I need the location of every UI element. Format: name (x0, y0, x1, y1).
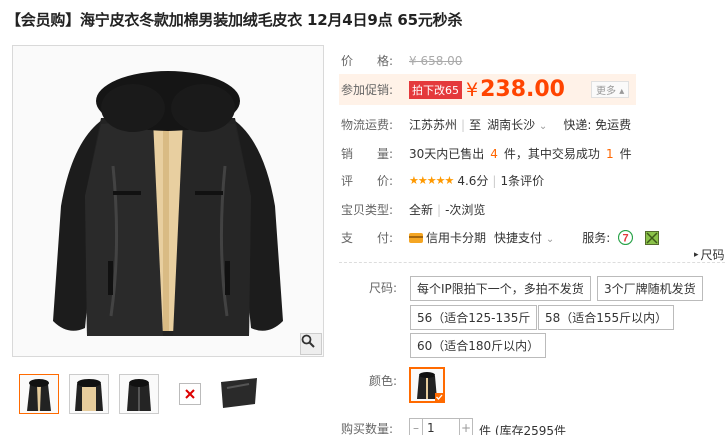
credit-card-icon (409, 232, 423, 243)
color-option-black[interactable] (409, 367, 445, 403)
main-product-image[interactable] (12, 45, 324, 357)
zoom-button[interactable] (300, 333, 322, 355)
thumbnail-strip (19, 374, 269, 414)
minus-icon: – (413, 421, 419, 435)
price-row: 价 格: ¥ 658.00 (341, 52, 462, 69)
credit-installment-link[interactable]: 信用卡分期 (426, 229, 486, 246)
rating-row: 评 价: ★★★★★ 4.6分 | 1条评价 (341, 172, 544, 189)
quality-guarantee-icon[interactable] (645, 230, 660, 245)
size-option-2[interactable]: 3个厂牌随机发货 (597, 276, 703, 301)
item-condition: 全新 (409, 203, 434, 217)
caret-right-icon: ▸ (694, 249, 699, 260)
thumbnail-1[interactable] (19, 374, 59, 414)
divider: | (461, 117, 466, 132)
express-fee: 快递: 免运费 (563, 118, 632, 132)
quantity-increase-button[interactable]: + (459, 418, 473, 435)
quantity-label: 购买数量: (341, 422, 394, 435)
payment-row: 支 付: 信用卡分期 快捷支付 ⌄ 服务: 7 (341, 229, 660, 246)
chevron-down-icon: ⌄ (545, 234, 555, 245)
size-option-5[interactable]: 60（适合180斤以内） (410, 333, 547, 358)
promo-row: 参加促销: 拍下改65 ¥ 238.00 更多 ▴ (341, 77, 630, 102)
service-label: 服务: (582, 231, 611, 245)
plus-icon: + (460, 421, 472, 435)
chevron-down-icon: ⌄ (538, 121, 548, 132)
promo-price: 238.00 (480, 77, 565, 102)
star-rating-icon: ★★★★★ (409, 174, 454, 187)
ship-to-select[interactable]: 湖南长沙 ⌄ (487, 116, 547, 133)
size-option-3[interactable]: 56（适合125-135斤 (410, 305, 538, 330)
sales-mid: 件，其中交易成功 (503, 147, 600, 161)
more-promos-button[interactable]: 更多 ▴ (591, 81, 630, 98)
product-title: 【会员购】海宁皮衣冬款加棉男装加绒毛皮衣 12月4日9点 65元秒杀 (6, 11, 463, 29)
sales-row: 销 量: 30天内已售出 4 件，其中交易成功 1 件 (341, 145, 632, 162)
thumbnail-2[interactable] (69, 374, 109, 414)
thumbnail-4-broken[interactable] (179, 383, 201, 405)
ship-sep-text: 至 (469, 118, 482, 132)
payment-label: 支 付: (341, 231, 394, 245)
size-tab[interactable]: ▸ 尺码 (694, 246, 725, 263)
broken-image-icon (185, 389, 195, 399)
success-count: 1 (605, 146, 614, 161)
item-type-label: 宝贝类型: (341, 203, 394, 217)
sold-count: 4 (490, 146, 498, 161)
promo-label: 参加促销: (341, 83, 394, 97)
size-option-4[interactable]: 58（适合155斤以内） (538, 305, 675, 330)
quick-pay-label: 快捷支付 (494, 231, 543, 245)
divider: | (492, 173, 497, 188)
sku-color-label: 颜色: (369, 374, 398, 388)
section-divider (339, 262, 725, 263)
shipping-row: 物流运费: 江苏苏州 | 至 湖南长沙 ⌄ 快递: 免运费 (341, 116, 631, 133)
jacket-image (13, 46, 323, 356)
magnifier-icon (301, 334, 315, 348)
svg-text:7: 7 (623, 233, 629, 245)
size-tab-label: 尺码 (700, 248, 725, 262)
review-count-link[interactable]: 1条评价 (500, 172, 544, 189)
quantity-decrease-button[interactable]: – (409, 418, 423, 435)
shipping-label: 物流运费: (341, 118, 394, 132)
sales-suffix: 件 (619, 147, 632, 161)
item-type-row: 宝贝类型: 全新 | -次浏览 (341, 201, 485, 218)
rating-label: 评 价: (341, 174, 394, 188)
size-option-1[interactable]: 每个IP限拍下一个，多拍不发货 (410, 276, 591, 301)
price-label: 价 格: (341, 54, 394, 68)
sku-size-label: 尺码: (369, 281, 398, 295)
ship-from: 江苏苏州 (409, 118, 458, 132)
stock-info: 件 (库存2595件 (479, 424, 567, 435)
original-price: ¥ 658.00 (409, 53, 463, 68)
thumbnail-3[interactable] (119, 374, 159, 414)
caret-down-icon: ▴ (619, 86, 625, 97)
sales-prefix: 30天内已售出 (409, 147, 485, 161)
rating-score: 4.6分 (457, 174, 489, 188)
quantity-value: 1 (427, 421, 435, 435)
divider: | (437, 202, 442, 217)
quantity-input[interactable]: 1 (422, 418, 460, 435)
sales-label: 销 量: (341, 147, 394, 161)
seven-day-return-icon[interactable]: 7 (618, 229, 634, 246)
currency-symbol: ¥ (466, 78, 479, 101)
more-promos-label: 更多 (596, 86, 616, 97)
quick-pay-select[interactable]: 快捷支付 ⌄ (494, 229, 554, 246)
jacket-thumbnail-icon (411, 369, 443, 401)
promo-tag: 拍下改65 (409, 80, 462, 99)
thumbnail-5[interactable] (219, 374, 259, 414)
ship-to: 湖南长沙 (487, 118, 536, 132)
view-count: -次浏览 (445, 203, 486, 217)
